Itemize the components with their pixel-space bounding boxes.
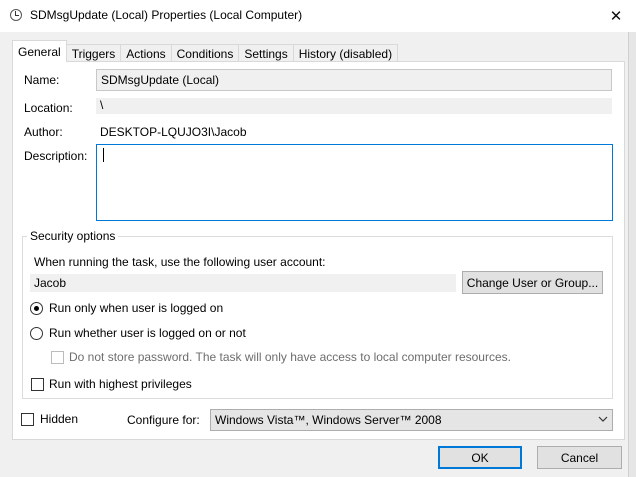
author-field: DESKTOP-LQUJO3I\Jacob xyxy=(100,125,247,139)
security-options-title: Security options xyxy=(27,229,119,243)
location-label: Location: xyxy=(24,101,73,115)
no-store-password-checkbox[interactable] xyxy=(51,351,64,364)
ok-button[interactable]: OK xyxy=(438,446,522,469)
tab-settings[interactable]: Settings xyxy=(238,44,294,62)
description-label: Description: xyxy=(24,149,88,163)
run-logged-on-radio[interactable] xyxy=(30,302,43,315)
description-textarea[interactable] xyxy=(96,144,613,221)
tab-actions[interactable]: Actions xyxy=(120,44,172,62)
name-label: Name: xyxy=(24,73,60,87)
window-title: SDMsgUpdate (Local) Properties (Local Co… xyxy=(30,8,303,22)
tab-conditions[interactable]: Conditions xyxy=(170,44,240,62)
close-button[interactable]: ✕ xyxy=(596,0,636,32)
hidden-label[interactable]: Hidden xyxy=(40,412,78,426)
tab-strip: General Triggers Actions Conditions Sett… xyxy=(12,40,399,62)
task-clock-icon xyxy=(10,9,22,21)
configure-for-select[interactable]: Windows Vista™, Windows Server™ 2008 xyxy=(210,409,613,431)
location-field: \ xyxy=(96,98,612,114)
highest-privileges-label[interactable]: Run with highest privileges xyxy=(49,377,192,391)
tab-triggers[interactable]: Triggers xyxy=(65,44,122,62)
change-user-button[interactable]: Change User or Group... xyxy=(462,271,603,294)
run-whether-label[interactable]: Run whether user is logged on or not xyxy=(49,326,246,340)
no-store-password-label: Do not store password. The task will onl… xyxy=(69,350,511,364)
hidden-checkbox[interactable] xyxy=(21,413,34,426)
account-prompt: When running the task, use the following… xyxy=(34,255,326,269)
author-label: Author: xyxy=(24,125,63,139)
run-whether-radio[interactable] xyxy=(30,327,43,340)
user-account-field: Jacob xyxy=(30,274,456,292)
background-window-edge xyxy=(628,32,636,477)
tab-general[interactable]: General xyxy=(12,40,67,62)
cancel-button[interactable]: Cancel xyxy=(537,446,622,469)
run-logged-on-label[interactable]: Run only when user is logged on xyxy=(49,301,223,315)
configure-for-label: Configure for: xyxy=(127,413,200,427)
chevron-down-icon xyxy=(598,416,608,422)
tab-history[interactable]: History (disabled) xyxy=(292,44,399,62)
highest-privileges-checkbox[interactable] xyxy=(31,378,44,391)
name-field[interactable]: SDMsgUpdate (Local) xyxy=(96,69,612,91)
text-caret xyxy=(103,148,104,162)
